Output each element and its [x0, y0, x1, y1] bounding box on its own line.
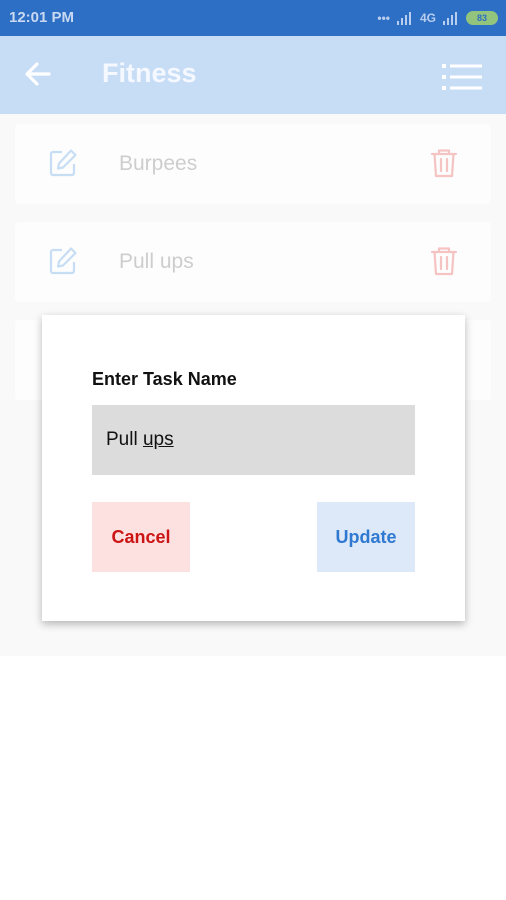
input-text-part1: Pull: [106, 429, 143, 450]
signal-icon-2: [443, 12, 457, 25]
signal-icon: [396, 12, 411, 25]
dots-icon: •••: [377, 11, 390, 25]
app-bar: Fitness: [0, 36, 506, 114]
arrow-left-icon[interactable]: [22, 58, 54, 90]
status-bar: 12:01 PM ••• 4G 83: [0, 0, 506, 36]
cancel-button[interactable]: Cancel: [92, 502, 190, 572]
battery-icon: 83: [466, 11, 498, 25]
list-menu-icon[interactable]: [440, 62, 484, 92]
page-title: Fitness: [102, 58, 197, 88]
status-icons: ••• 4G 83: [377, 8, 498, 28]
dialog-label: Enter Task Name: [92, 369, 237, 389]
network-type: 4G: [419, 11, 436, 25]
update-button[interactable]: Update: [317, 502, 415, 572]
edit-task-dialog: Enter Task Name Pull ups Cancel Update: [42, 315, 465, 621]
task-name-input[interactable]: Pull ups: [92, 405, 415, 475]
input-text-part2: ups: [142, 429, 174, 450]
status-time: 12:01 PM: [9, 9, 75, 26]
